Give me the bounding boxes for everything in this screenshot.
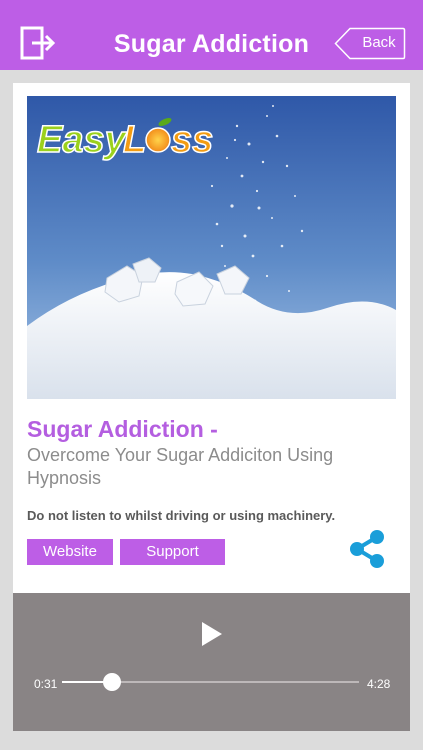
slider-thumb[interactable] <box>102 673 121 691</box>
support-button[interactable]: Support <box>120 539 225 565</box>
track-card: Easy L ss Sugar Addiction - Overcome You… <box>13 83 410 593</box>
svg-text:L: L <box>123 119 146 161</box>
sugar-pile-image: Easy L ss <box>27 96 396 399</box>
total-time: 4:28 <box>367 677 391 691</box>
back-button-label: Back <box>362 34 396 51</box>
hero-image: Easy L ss <box>27 96 396 399</box>
svg-text:ss: ss <box>171 119 213 161</box>
progress-slider[interactable] <box>62 673 359 691</box>
safety-warning: Do not listen to whilst driving or using… <box>27 508 336 523</box>
website-button[interactable]: Website <box>27 539 113 565</box>
track-title: Sugar Addiction - <box>27 416 218 442</box>
back-button[interactable]: Back <box>334 27 406 60</box>
easyloss-logo: Easy L ss <box>36 117 214 162</box>
app-header: Sugar Addiction Back <box>0 0 423 70</box>
audio-player: 0:31 4:28 <box>13 593 410 731</box>
svg-text:Easy: Easy <box>37 119 128 161</box>
play-icon[interactable] <box>198 620 226 648</box>
elapsed-time: 0:31 <box>34 677 58 691</box>
share-icon[interactable] <box>347 528 387 570</box>
track-subtitle: Overcome Your Sugar Addiciton Using Hypn… <box>27 445 334 488</box>
